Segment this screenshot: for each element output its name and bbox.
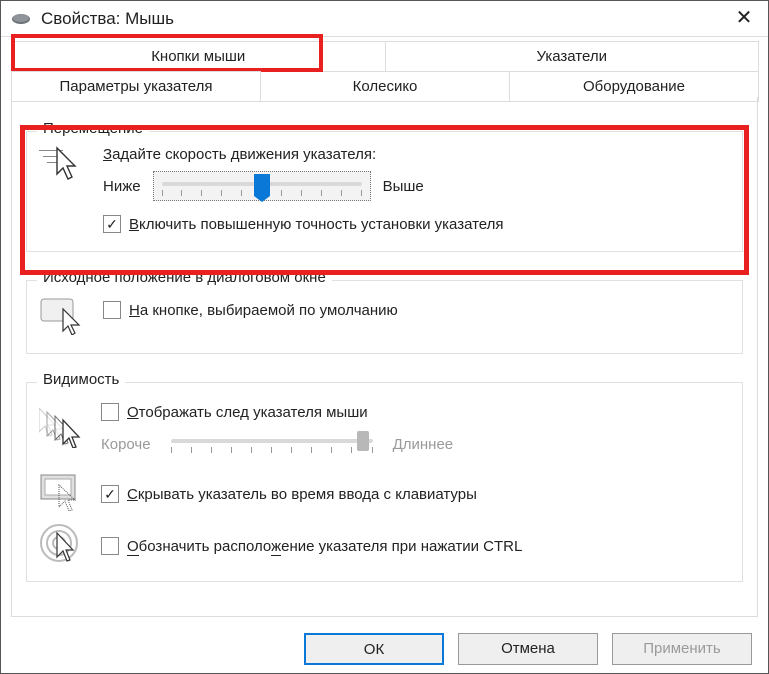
ok-button[interactable]: ОК (304, 633, 444, 665)
trail-slider-thumb (357, 431, 369, 451)
trail-checkbox[interactable] (101, 403, 119, 421)
visibility-fieldset: Видимость Отображать след указателя мыши (26, 382, 743, 582)
precision-checkbox[interactable]: ✓ (103, 215, 121, 233)
tab-pointers[interactable]: Указатели (385, 41, 760, 71)
pointer-trail-icon (39, 408, 87, 448)
titlebar: Свойства: Мышь ✕ (1, 1, 768, 37)
tab-buttons[interactable]: Кнопки мыши (11, 41, 386, 71)
trail-high-label: Длиннее (393, 436, 454, 453)
speed-slider[interactable] (153, 171, 371, 201)
close-button[interactable]: ✕ (730, 5, 758, 33)
locate-label: Обозначить расположение указателя при на… (127, 538, 522, 555)
slider-high-label: Выше (383, 178, 424, 195)
mouse-properties-window: Свойства: Мышь ✕ Кнопки мыши Указатели П… (0, 0, 769, 674)
trail-slider (163, 429, 381, 459)
trail-low-label: Короче (101, 436, 151, 453)
speed-label: Задайте скорость движения указателя: (103, 146, 730, 163)
snap-icon (39, 295, 87, 335)
movement-legend: Перемещение (37, 120, 149, 137)
snap-legend: Исходное положение в диалоговом окне (37, 269, 332, 286)
visibility-legend: Видимость (37, 371, 125, 388)
tab-pointer-options[interactable]: Параметры указателя (11, 71, 261, 102)
locate-pointer-icon (39, 523, 87, 563)
pointer-speed-icon (39, 146, 87, 184)
trail-label: Отображать след указателя мыши (127, 404, 368, 421)
dialog-buttons: ОК Отмена Применить (1, 633, 768, 665)
snap-checkbox[interactable] (103, 301, 121, 319)
locate-checkbox[interactable] (101, 537, 119, 555)
movement-fieldset: Перемещение Задайте скорость движения ук… (26, 131, 743, 252)
precision-label: Включить повышенную точность установки у… (129, 216, 504, 233)
hide-label: Скрывать указатель во время ввода с клав… (127, 486, 477, 503)
slider-low-label: Ниже (103, 178, 141, 195)
snap-fieldset: Исходное положение в диалоговом окне На … (26, 280, 743, 354)
window-title: Свойства: Мышь (41, 9, 730, 29)
snap-label: На кнопке, выбираемой по умолчанию (129, 302, 398, 319)
speed-slider-thumb[interactable] (254, 174, 270, 196)
tabs-row-1: Кнопки мыши Указатели (11, 41, 758, 71)
tab-content: Перемещение Задайте скорость движения ук… (11, 97, 758, 617)
cancel-button[interactable]: Отмена (458, 633, 598, 665)
hide-checkbox[interactable]: ✓ (101, 485, 119, 503)
hide-pointer-icon (39, 471, 87, 511)
apply-button: Применить (612, 633, 752, 665)
mouse-icon (11, 12, 31, 26)
